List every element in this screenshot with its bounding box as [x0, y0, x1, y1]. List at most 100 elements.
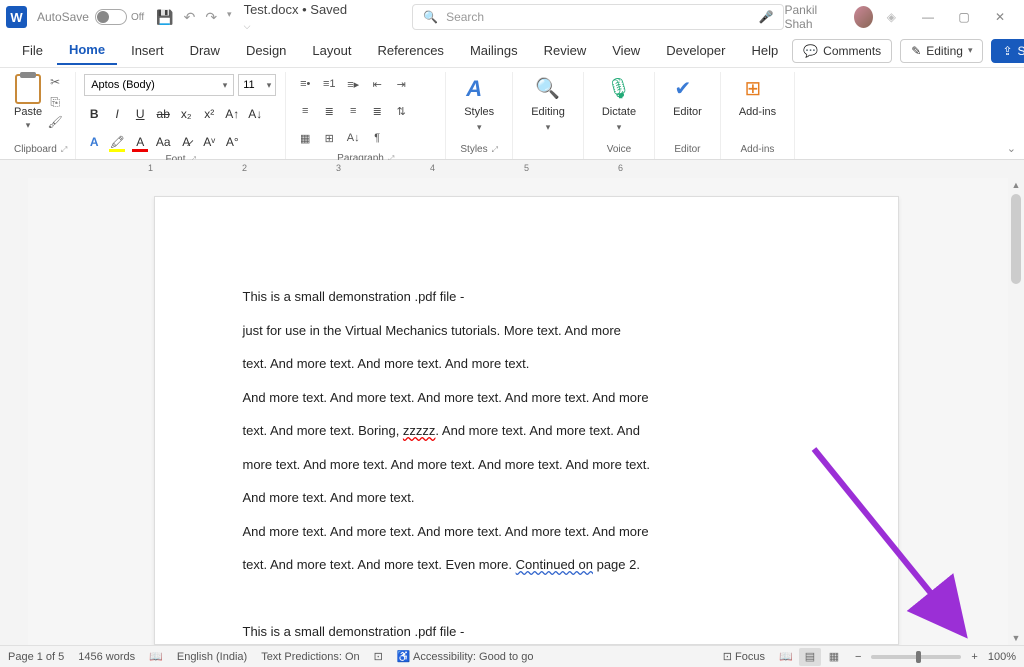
spelling-error[interactable]: zzzzz [403, 423, 436, 438]
page-indicator[interactable]: Page 1 of 5 [8, 651, 64, 663]
document-page[interactable]: This is a small demonstration .pdf file … [154, 196, 899, 645]
format-painter-button[interactable]: 🖌 [46, 114, 64, 130]
scrollbar-thumb[interactable] [1011, 194, 1021, 284]
collapse-ribbon-button[interactable]: ⌄ [1007, 142, 1016, 155]
mic-icon[interactable]: 🎤 [759, 10, 774, 24]
doc-text[interactable]: more text. And more text. And more text.… [243, 455, 810, 475]
copy-button[interactable]: ⎘ [46, 94, 64, 110]
autosave-toggle[interactable]: AutoSave Off [37, 9, 144, 25]
scroll-down-icon[interactable]: ▼ [1008, 633, 1024, 643]
shrink-font-button[interactable]: A↓ [245, 104, 265, 124]
tab-developer[interactable]: Developer [654, 37, 737, 64]
align-right-button[interactable]: ≡ [342, 101, 364, 121]
tab-draw[interactable]: Draw [178, 37, 232, 64]
justify-button[interactable]: ≣ [366, 101, 388, 121]
toggle-switch-icon[interactable] [95, 9, 127, 25]
tab-mailings[interactable]: Mailings [458, 37, 530, 64]
italic-button[interactable]: I [107, 104, 127, 124]
change-case-button[interactable]: Aa [153, 132, 173, 152]
doc-text[interactable]: text. And more text. And more text. Even… [243, 555, 810, 575]
user-avatar[interactable] [854, 6, 873, 28]
scroll-up-icon[interactable]: ▲ [1008, 180, 1024, 190]
text-effects-button[interactable]: A [84, 132, 104, 152]
show-marks-button[interactable]: ¶ [366, 128, 388, 148]
vertical-scrollbar[interactable]: ▲ ▼ [1008, 178, 1024, 645]
doc-text[interactable]: And more text. And more text. And more t… [243, 522, 810, 542]
word-count[interactable]: 1456 words [78, 651, 135, 663]
multilevel-button[interactable]: ≡▸ [342, 74, 364, 94]
underline-button[interactable]: U [130, 104, 150, 124]
char-border-button[interactable]: A° [222, 132, 242, 152]
display-settings-icon[interactable]: ⊡ [374, 650, 383, 663]
font-name-select[interactable]: Aptos (Body)▾ [84, 74, 234, 96]
close-button[interactable]: ✕ [982, 3, 1018, 31]
doc-text[interactable]: just for use in the Virtual Mechanics tu… [243, 321, 810, 341]
superscript2-button[interactable]: Aᵛ [199, 132, 219, 152]
grammar-suggestion[interactable]: Continued on [516, 557, 593, 572]
redo-icon[interactable]: ↷ [205, 9, 217, 26]
paste-button[interactable]: Paste ▾ [14, 74, 42, 131]
clear-format-button[interactable]: A̷ [176, 132, 196, 152]
subscript-button[interactable]: x₂ [176, 104, 196, 124]
zoom-out-button[interactable]: − [855, 651, 861, 663]
align-center-button[interactable]: ≣ [318, 101, 340, 121]
focus-mode-button[interactable]: ⊡ Focus [723, 650, 765, 663]
dictate-button[interactable]: 🎙Dictate▾ [592, 74, 646, 135]
user-name[interactable]: Pankil Shah [784, 3, 839, 31]
editor-button[interactable]: ✔Editor [663, 74, 712, 120]
vertical-ruler[interactable] [0, 178, 28, 645]
bullets-button[interactable]: ≡• [294, 74, 316, 94]
read-mode-button[interactable]: 📖 [775, 648, 797, 666]
numbering-button[interactable]: ≡1 [318, 74, 340, 94]
editing-mode-button[interactable]: ✎Editing▾ [900, 39, 983, 63]
increase-indent-button[interactable]: ⇥ [390, 74, 412, 94]
font-size-select[interactable]: 11▾ [238, 74, 276, 96]
print-layout-button[interactable]: ▤ [799, 648, 821, 666]
diamond-icon[interactable]: ◈ [887, 10, 896, 24]
bold-button[interactable]: B [84, 104, 104, 124]
qat-dropdown-icon[interactable]: ▾ [227, 9, 232, 26]
clipboard-launcher[interactable]: ⤢ [61, 145, 67, 155]
text-predictions[interactable]: Text Predictions: On [261, 651, 359, 663]
decrease-indent-button[interactable]: ⇤ [366, 74, 388, 94]
doc-text[interactable]: And more text. And more text. [243, 488, 810, 508]
zoom-slider[interactable] [871, 655, 961, 659]
align-left-button[interactable]: ≡ [294, 101, 316, 121]
tab-file[interactable]: File [10, 37, 55, 64]
language-indicator[interactable]: English (India) [177, 651, 247, 663]
tab-help[interactable]: Help [739, 37, 790, 64]
accessibility-status[interactable]: ♿ Accessibility: Good to go [397, 650, 534, 663]
tab-references[interactable]: References [365, 37, 455, 64]
strikethrough-button[interactable]: ab [153, 104, 173, 124]
styles-launcher[interactable]: ⤢ [492, 145, 498, 155]
doc-text[interactable]: text. And more text. And more text. And … [243, 354, 810, 374]
highlight-button[interactable]: 🖍 [107, 132, 127, 152]
document-title[interactable]: Test.docx • Saved ⌵ [244, 2, 353, 32]
undo-icon[interactable]: ↶ [184, 9, 196, 26]
sort-button[interactable]: A↓ [342, 128, 364, 148]
share-button[interactable]: ⇪Share▾ [991, 39, 1024, 63]
save-icon[interactable]: 💾 [156, 9, 173, 26]
tab-design[interactable]: Design [234, 37, 298, 64]
font-color-button[interactable]: A [130, 132, 150, 152]
spellcheck-icon[interactable]: 📖 [149, 650, 163, 663]
tab-view[interactable]: View [600, 37, 652, 64]
maximize-button[interactable]: ▢ [946, 3, 982, 31]
tab-home[interactable]: Home [57, 36, 117, 65]
styles-button[interactable]: AStyles▾ [454, 74, 504, 135]
shading-button[interactable]: ▦ [294, 128, 316, 148]
line-spacing-button[interactable]: ⇅ [390, 101, 412, 121]
zoom-level[interactable]: 100% [988, 651, 1016, 663]
tab-review[interactable]: Review [532, 37, 599, 64]
tab-insert[interactable]: Insert [119, 37, 176, 64]
zoom-in-button[interactable]: + [971, 651, 977, 663]
cut-button[interactable]: ✂ [46, 74, 64, 90]
search-input[interactable]: 🔍 Search 🎤 [412, 4, 784, 30]
web-layout-button[interactable]: ▦ [823, 648, 845, 666]
tab-layout[interactable]: Layout [300, 37, 363, 64]
grow-font-button[interactable]: A↑ [222, 104, 242, 124]
comments-button[interactable]: 💬Comments [792, 39, 892, 63]
doc-text[interactable]: This is a small demonstration .pdf file … [243, 287, 810, 307]
borders-button[interactable]: ⊞ [318, 128, 340, 148]
doc-text[interactable]: text. And more text. Boring, zzzzz. And … [243, 421, 810, 441]
